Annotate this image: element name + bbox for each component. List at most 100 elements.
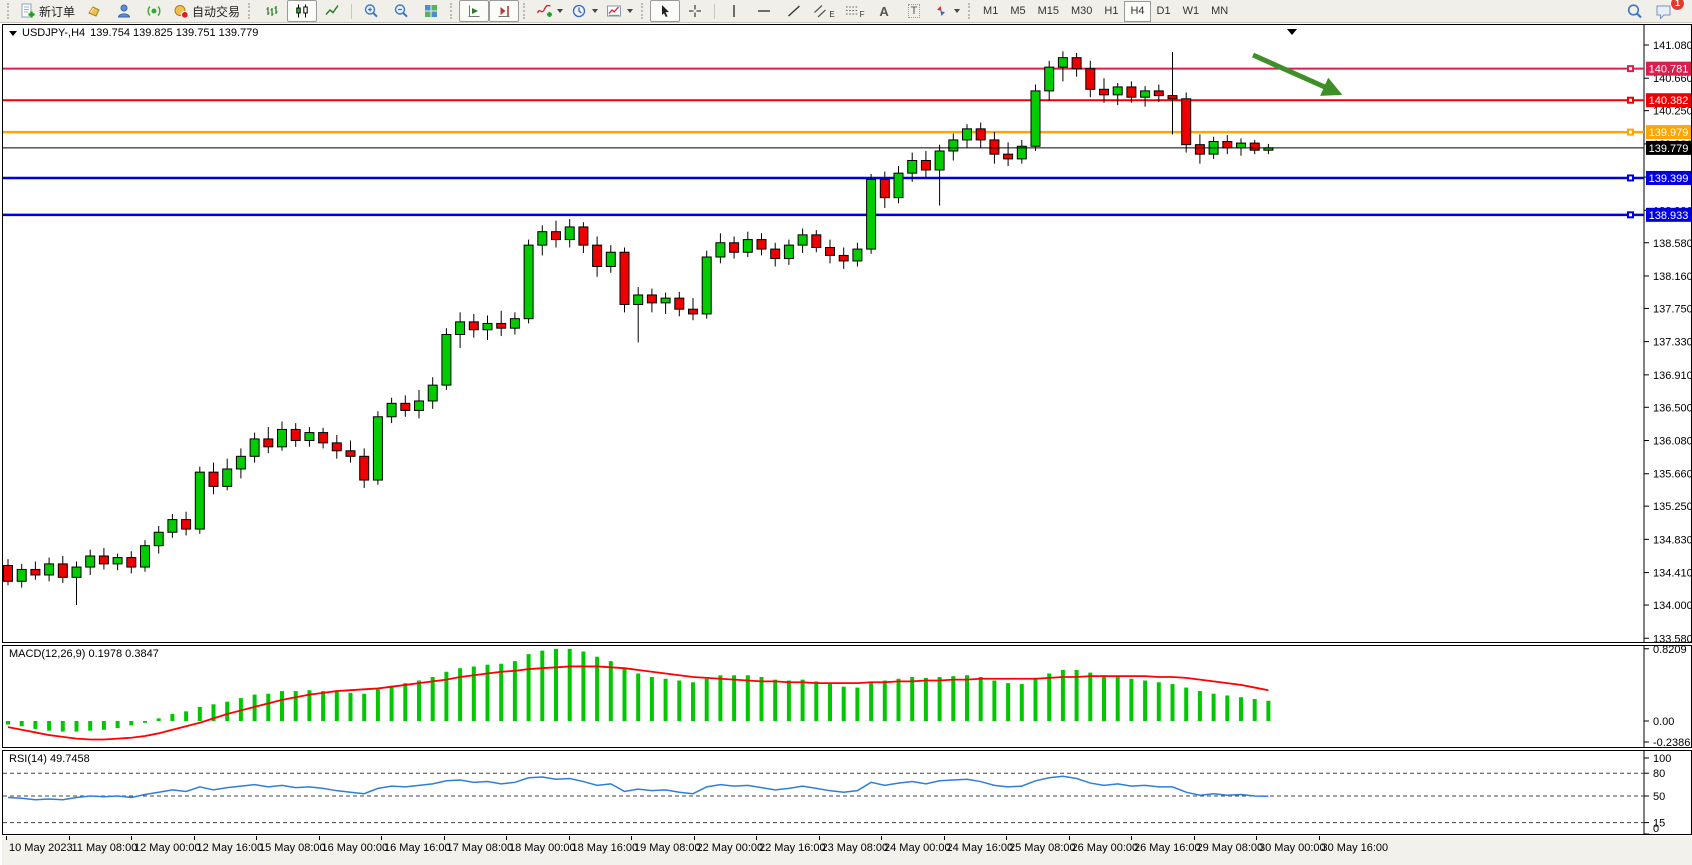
date-tick xyxy=(381,836,382,840)
timeframe-button-h1[interactable]: H1 xyxy=(1098,1,1124,22)
date-axis[interactable]: 10 May 202311 May 08:0012 May 00:0012 Ma… xyxy=(2,836,1692,865)
text-tool-button[interactable]: A xyxy=(869,0,899,22)
date-tick xyxy=(569,836,570,840)
date-label: 25 May 08:00 xyxy=(1009,842,1076,854)
trendline-tool-button[interactable] xyxy=(779,0,809,22)
timeframe-button-h4[interactable]: H4 xyxy=(1124,1,1150,22)
price-tick-label: 138.160 xyxy=(1653,271,1691,283)
toolbar-separator xyxy=(351,4,352,19)
timeframe-button-d1[interactable]: D1 xyxy=(1151,1,1177,22)
profile-button[interactable] xyxy=(109,0,139,22)
timeframe-button-mn[interactable]: MN xyxy=(1205,1,1234,22)
rsi-pane[interactable]: 1008050150 RSI(14) 49.7458 xyxy=(2,750,1692,835)
chart-area: 141.080140.660140.250139.830139.410138.9… xyxy=(0,23,1692,865)
timeframe-button-m5[interactable]: M5 xyxy=(1004,1,1031,22)
vertical-line-tool-button[interactable] xyxy=(719,0,749,22)
price-tick-label: 137.750 xyxy=(1653,303,1691,315)
date-tick xyxy=(1256,836,1257,840)
date-tick xyxy=(944,836,945,840)
date-label: 26 May 16:00 xyxy=(1134,842,1201,854)
macd-canvas[interactable]: 0.82090.00-0.2386 xyxy=(3,646,1691,747)
macd-axis-label: 0.8209 xyxy=(1653,646,1687,656)
signal-icon xyxy=(146,3,162,19)
indicators-button[interactable] xyxy=(532,0,567,22)
autotrade-button[interactable]: 自动交易 xyxy=(169,0,244,22)
toolbar-separator xyxy=(714,4,715,19)
new-order-button[interactable]: 新订单 xyxy=(16,0,79,22)
zoom-in-icon xyxy=(363,3,379,19)
dropdown-caret-icon xyxy=(592,9,598,13)
date-tick xyxy=(1319,836,1320,840)
new-order-label: 新订单 xyxy=(39,3,75,20)
channel-tool-button[interactable]: E xyxy=(809,0,839,22)
periods-button[interactable] xyxy=(567,0,602,22)
date-label: 26 May 00:00 xyxy=(1072,842,1139,854)
toolbar-grip[interactable] xyxy=(248,3,253,19)
toolbar-grip[interactable] xyxy=(641,3,646,19)
zoom-out-button[interactable] xyxy=(386,0,416,22)
horizontal-line-tool-button[interactable] xyxy=(749,0,779,22)
date-label: 10 May 2023 xyxy=(9,842,73,854)
timeframe-button-m15[interactable]: M15 xyxy=(1032,1,1065,22)
tile-windows-button[interactable] xyxy=(416,0,446,22)
zoom-in-button[interactable] xyxy=(356,0,386,22)
date-tick xyxy=(819,836,820,840)
date-tick xyxy=(256,836,257,840)
chart-shift-button[interactable] xyxy=(489,0,519,22)
price-tick-label: 137.330 xyxy=(1653,337,1691,349)
templates-button[interactable] xyxy=(602,0,637,22)
date-label: 15 May 08:00 xyxy=(259,842,326,854)
rsi-canvas[interactable]: 1008050150 xyxy=(3,751,1691,834)
collapse-triangle-icon[interactable] xyxy=(9,31,17,36)
fibonacci-icon xyxy=(844,3,860,19)
fibonacci-glyph: F xyxy=(860,10,865,19)
signal-button[interactable] xyxy=(139,0,169,22)
toolbar-grip[interactable] xyxy=(450,3,455,19)
candlestick-chart-icon xyxy=(294,3,310,19)
toolbar-grip[interactable] xyxy=(523,3,528,19)
autotrade-label: 自动交易 xyxy=(192,3,240,20)
text-tool-icon: A xyxy=(879,4,888,19)
timeframe-button-m30[interactable]: M30 xyxy=(1065,1,1098,22)
candlestick-chart-button[interactable] xyxy=(287,0,317,22)
price-pane[interactable]: 141.080140.660140.250139.830139.410138.9… xyxy=(2,24,1692,643)
toolbar-grip[interactable] xyxy=(968,3,973,19)
date-label: 22 May 16:00 xyxy=(759,842,826,854)
price-chart-canvas[interactable]: 141.080140.660140.250139.830139.410138.9… xyxy=(3,25,1691,642)
timeframe-button-m1[interactable]: M1 xyxy=(977,1,1004,22)
crosshair-icon xyxy=(687,3,703,19)
cursor-button[interactable] xyxy=(650,0,680,22)
rsi-axis-label: 50 xyxy=(1653,791,1665,803)
macd-label: MACD(12,26,9) 0.1978 0.3847 xyxy=(9,648,159,660)
price-tick-label: 133.580 xyxy=(1653,633,1691,642)
date-label: 23 May 08:00 xyxy=(822,842,889,854)
chart-shift-icon xyxy=(496,3,512,19)
price-tick-label: 134.410 xyxy=(1653,568,1691,580)
rsi-axis-label: 100 xyxy=(1653,753,1671,765)
date-tick xyxy=(506,836,507,840)
date-label: 16 May 00:00 xyxy=(322,842,389,854)
bar-chart-button[interactable] xyxy=(257,0,287,22)
auto-scroll-button[interactable] xyxy=(459,0,489,22)
date-label: 11 May 08:00 xyxy=(72,842,138,854)
date-tick xyxy=(319,836,320,840)
styler-button[interactable] xyxy=(79,0,109,22)
current-price-badge: 139.779 xyxy=(1649,143,1689,155)
date-label: 17 May 08:00 xyxy=(447,842,514,854)
price-level-badge: 139.979 xyxy=(1649,127,1689,139)
arrows-tool-button[interactable] xyxy=(929,0,964,22)
crosshair-button[interactable] xyxy=(680,0,710,22)
fibonacci-tool-button[interactable]: F xyxy=(839,0,869,22)
price-tick-label: 141.080 xyxy=(1653,40,1691,52)
price-tick-label: 134.000 xyxy=(1653,600,1691,612)
date-tick xyxy=(1006,836,1007,840)
timeframe-button-w1[interactable]: W1 xyxy=(1177,1,1206,22)
toolbar-grip[interactable] xyxy=(7,3,12,19)
text-label-tool-button[interactable]: T xyxy=(899,0,929,22)
search-button[interactable] xyxy=(1619,0,1649,22)
line-chart-button[interactable] xyxy=(317,0,347,22)
chat-unread-badge: 1 xyxy=(1670,0,1685,11)
macd-pane[interactable]: 0.82090.00-0.2386 MACD(12,26,9) 0.1978 0… xyxy=(2,645,1692,748)
chat-button[interactable]: 1 xyxy=(1649,0,1679,22)
auto-scroll-icon xyxy=(466,3,482,19)
